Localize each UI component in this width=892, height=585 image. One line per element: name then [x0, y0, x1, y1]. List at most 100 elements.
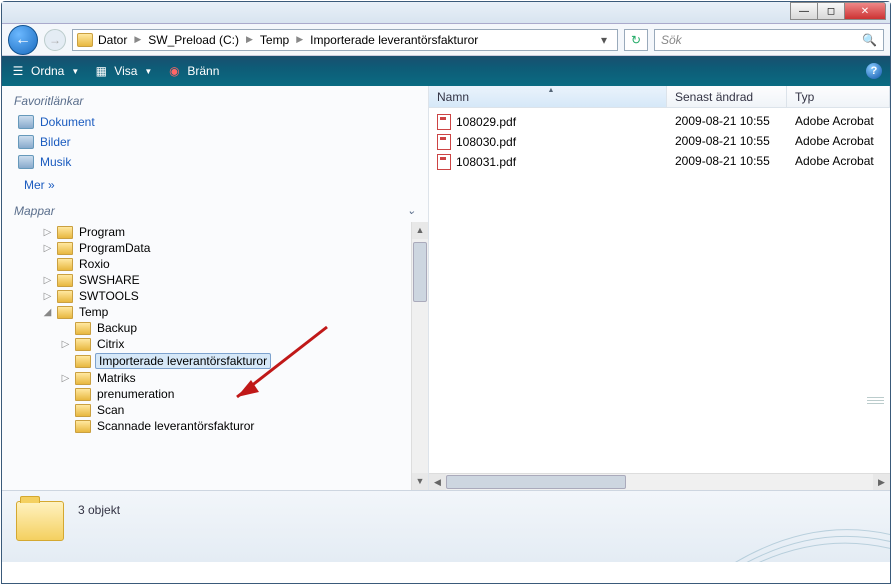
breadcrumb-item[interactable]: Dator	[95, 33, 130, 47]
folder-icon	[77, 33, 93, 47]
expand-icon[interactable]: ▷	[42, 291, 53, 302]
tree-node[interactable]: Scan	[24, 402, 428, 418]
chevron-down-icon: ⌄	[407, 204, 416, 218]
view-button[interactable]: ▦ Visa ▼	[93, 63, 152, 79]
tree-node[interactable]: Roxio	[24, 256, 428, 272]
tree-label: Program	[77, 225, 127, 239]
folder-icon	[75, 420, 91, 433]
expand-icon[interactable]: ◢	[42, 307, 53, 318]
minimize-button[interactable]: —	[790, 2, 818, 20]
file-row[interactable]: 108031.pdf2009-08-21 10:55Adobe Acrobat	[429, 152, 890, 172]
folder-icon	[75, 388, 91, 401]
file-name: 108029.pdf	[456, 115, 516, 129]
file-date: 2009-08-21 10:55	[667, 114, 787, 130]
search-icon: 🔍	[862, 33, 877, 47]
address-bar[interactable]: Dator▶ SW_Preload (C:)▶ Temp▶ Importerad…	[72, 29, 618, 51]
folder-icon	[57, 242, 73, 255]
back-button[interactable]: ←	[8, 25, 38, 55]
tree-label: Importerade leverantörsfakturor	[95, 353, 271, 369]
tree-node[interactable]: ▷ SWTOOLS	[24, 288, 428, 304]
forward-button: →	[44, 29, 66, 51]
column-type[interactable]: Typ	[787, 86, 890, 107]
tree-label: Backup	[95, 321, 139, 335]
file-name: 108031.pdf	[456, 155, 516, 169]
tree-node[interactable]: ▷ Matriks	[24, 370, 428, 386]
scroll-up-button[interactable]: ▲	[412, 222, 428, 239]
chevron-right-icon: ▶	[294, 34, 305, 45]
pdf-icon	[437, 134, 451, 150]
column-headers: Namn Senast ändrad Typ	[429, 86, 890, 108]
horizontal-scrollbar[interactable]: ◀ ▶	[429, 473, 890, 490]
favorite-label: Bilder	[40, 135, 71, 149]
scroll-right-button[interactable]: ▶	[873, 474, 890, 490]
tree-node[interactable]: Scannade leverantörsfakturor	[24, 418, 428, 434]
tree-label: SWTOOLS	[77, 289, 141, 303]
expand-icon[interactable]: ▷	[60, 373, 71, 384]
folder-icon	[75, 322, 91, 335]
tree-label: Roxio	[77, 257, 112, 271]
expand-icon[interactable]: ▷	[42, 243, 53, 254]
scroll-left-button[interactable]: ◀	[429, 474, 446, 490]
refresh-button[interactable]: ↻	[624, 29, 648, 51]
folder-icon	[57, 258, 73, 271]
organize-button[interactable]: ☰ Ordna ▼	[10, 63, 79, 79]
folder-icon	[75, 338, 91, 351]
tree-node[interactable]: prenumeration	[24, 386, 428, 402]
column-date[interactable]: Senast ändrad	[667, 86, 787, 107]
titlebar: — ◻ ✕	[2, 2, 890, 24]
file-row[interactable]: 108029.pdf 2009-08-21 10:55Adobe Acrobat	[429, 112, 890, 132]
favorites-heading: Favoritlänkar	[2, 86, 428, 112]
column-name[interactable]: Namn	[429, 86, 667, 107]
favorite-icon	[18, 155, 34, 169]
scroll-down-button[interactable]: ▼	[412, 473, 428, 490]
favorite-link[interactable]: Bilder	[2, 132, 428, 152]
breadcrumb-item[interactable]: SW_Preload (C:)	[145, 33, 242, 47]
tree-label: Scannade leverantörsfakturor	[95, 419, 256, 433]
organize-label: Ordna	[31, 64, 64, 78]
breadcrumb-item[interactable]: Temp	[257, 33, 292, 47]
folders-heading[interactable]: Mappar ⌄	[2, 198, 428, 222]
tree-label: Scan	[95, 403, 126, 417]
tree-node[interactable]: ▷ ProgramData	[24, 240, 428, 256]
tree-label: Matriks	[95, 371, 138, 385]
maximize-button[interactable]: ◻	[817, 2, 845, 20]
scroll-thumb[interactable]	[446, 475, 626, 489]
view-icon: ▦	[93, 63, 109, 79]
tree-node[interactable]: Backup	[24, 320, 428, 336]
folder-icon	[75, 372, 91, 385]
expand-icon[interactable]: ▷	[42, 275, 53, 286]
search-placeholder: Sök	[661, 33, 682, 47]
close-button[interactable]: ✕	[844, 2, 886, 20]
tree-node[interactable]: Importerade leverantörsfakturor	[24, 352, 428, 370]
tree-label: Temp	[77, 305, 110, 319]
vertical-scrollbar[interactable]: ▲ ▼	[411, 222, 428, 490]
toolbar: ☰ Ordna ▼ ▦ Visa ▼ ◉ Bränn ?	[2, 56, 890, 86]
chevron-right-icon: ▶	[132, 34, 143, 45]
search-input[interactable]: Sök 🔍	[654, 29, 884, 51]
favorites-more[interactable]: Mer	[2, 172, 428, 198]
address-dropdown[interactable]: ▾	[595, 33, 613, 47]
scroll-thumb[interactable]	[413, 242, 427, 302]
tree-node[interactable]: ◢ Temp	[24, 304, 428, 320]
expand-icon[interactable]: ▷	[42, 227, 53, 238]
favorite-icon	[18, 135, 34, 149]
help-button[interactable]: ?	[866, 63, 882, 79]
tree-node[interactable]: ▷Citrix	[24, 336, 428, 352]
file-row[interactable]: 108030.pdf2009-08-21 10:55Adobe Acrobat	[429, 132, 890, 152]
pdf-icon	[437, 154, 451, 170]
navigation-pane: Favoritlänkar Dokument Bilder Musik Mer Ma…	[2, 86, 429, 490]
favorite-link[interactable]: Dokument	[2, 112, 428, 132]
breadcrumb-item[interactable]: Importerade leverantörsfakturor	[307, 33, 481, 47]
file-type: Adobe Acrobat	[787, 114, 890, 130]
favorite-link[interactable]: Musik	[2, 152, 428, 172]
nav-bar: ← → Dator▶ SW_Preload (C:)▶ Temp▶ Import…	[2, 24, 890, 56]
burn-button[interactable]: ◉ Bränn	[166, 63, 219, 79]
file-date: 2009-08-21 10:55	[667, 134, 787, 150]
tree-label: SWSHARE	[77, 273, 142, 287]
expand-icon[interactable]: ▷	[60, 339, 71, 350]
file-date: 2009-08-21 10:55	[667, 154, 787, 170]
tree-node[interactable]: ▷ SWSHARE	[24, 272, 428, 288]
tree-label: ProgramData	[77, 241, 152, 255]
chevron-down-icon: ▼	[71, 67, 79, 76]
tree-node[interactable]: ▷ Program	[24, 224, 428, 240]
